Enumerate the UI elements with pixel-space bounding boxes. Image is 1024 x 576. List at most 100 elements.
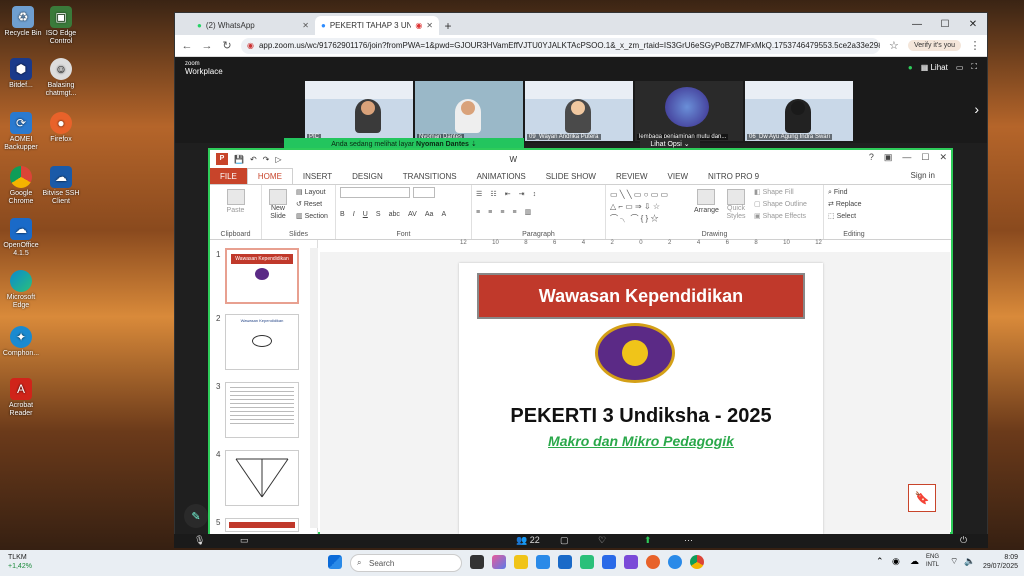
- desktop-icon-aomei[interactable]: ⟳ AOMEI Backupper: [0, 112, 42, 152]
- paste-button[interactable]: Paste: [214, 189, 257, 217]
- tab-slide-show[interactable]: SLIDE SHOW: [536, 168, 606, 184]
- arrange-button[interactable]: Arrange: [694, 187, 719, 217]
- bold-icon[interactable]: B: [340, 211, 345, 218]
- slide-thumbnail[interactable]: Wawasan Kependidikan: [225, 314, 299, 370]
- desktop-icon-acrobat[interactable]: A Acrobat Reader: [0, 378, 42, 418]
- chevron-down-icon[interactable]: ⇣: [471, 141, 477, 148]
- participants-button[interactable]: 👥 22: [516, 535, 540, 546]
- fullscreen-icon[interactable]: ⛶: [971, 62, 977, 72]
- minimize-icon[interactable]: —: [902, 152, 911, 163]
- app-icon[interactable]: [624, 555, 638, 569]
- help-icon[interactable]: ?: [869, 152, 874, 163]
- replace-button[interactable]: ⇄ Replace: [828, 199, 880, 211]
- font-size-input[interactable]: [413, 187, 436, 198]
- reactions-icon[interactable]: ♡: [598, 535, 606, 546]
- shape-fill-button[interactable]: ◧ Shape Fill: [754, 187, 807, 199]
- new-slide-button[interactable]: New Slide: [264, 187, 292, 221]
- justify-icon[interactable]: ≡: [512, 209, 516, 216]
- quick-styles-button[interactable]: Quick Styles: [722, 187, 750, 221]
- italic-icon[interactable]: I: [353, 211, 355, 218]
- site-info-icon[interactable]: ◉: [247, 41, 254, 50]
- undo-icon[interactable]: ↶: [250, 155, 257, 164]
- columns-icon[interactable]: ▥: [525, 208, 532, 216]
- redo-icon[interactable]: ↷: [263, 155, 270, 164]
- video-tile[interactable]: PIC: [305, 81, 413, 141]
- app-icon[interactable]: [602, 555, 616, 569]
- close-icon[interactable]: ✕: [959, 13, 987, 35]
- desktop-icon-firefox[interactable]: ● Firefox: [40, 112, 82, 144]
- close-icon[interactable]: ✕: [939, 152, 947, 163]
- slideshow-icon[interactable]: ▷: [275, 155, 281, 164]
- maximize-icon[interactable]: ☐: [931, 13, 959, 35]
- numbering-icon[interactable]: ☷: [490, 190, 496, 198]
- bookmark-icon[interactable]: 🔖: [908, 484, 936, 512]
- volume-icon[interactable]: 🔈: [964, 556, 975, 567]
- wifi-icon[interactable]: ⌔: [950, 556, 958, 567]
- store-icon[interactable]: [536, 555, 550, 569]
- slide-thumbnail[interactable]: Wawasan Kependidikan: [225, 248, 299, 304]
- desktop-icon-recycle-bin[interactable]: ♻ Recycle Bin: [2, 6, 44, 38]
- current-slide[interactable]: Wawasan Kependidikan PEKERTI 3 Undiksha …: [459, 263, 823, 534]
- verify-button[interactable]: Verify it's you: [907, 40, 961, 51]
- video-tile[interactable]: lembaga penjaminan mutu dan...: [635, 81, 743, 141]
- tab-transitions[interactable]: TRANSITIONS: [393, 168, 467, 184]
- new-tab-button[interactable]: +: [439, 16, 457, 35]
- outdent-icon[interactable]: ⇥: [519, 190, 525, 198]
- tab-file[interactable]: FILE: [210, 168, 247, 184]
- tab-view[interactable]: VIEW: [658, 168, 698, 184]
- bullets-icon[interactable]: ☰: [476, 190, 482, 198]
- start-icon[interactable]: [328, 555, 342, 569]
- select-button[interactable]: ⬚ Select: [828, 211, 880, 223]
- annotate-icon[interactable]: ✎: [184, 504, 208, 528]
- edge-icon[interactable]: [580, 555, 594, 569]
- forward-icon[interactable]: →: [201, 40, 213, 52]
- app-tray-icon[interactable]: ◉: [892, 556, 900, 567]
- align-right-icon[interactable]: ≡: [500, 209, 504, 216]
- maximize-icon[interactable]: ☐: [921, 152, 929, 163]
- leave-icon[interactable]: ⏻: [960, 535, 967, 546]
- clock[interactable]: 8:09 29/07/2025: [983, 553, 1018, 571]
- close-tab-icon[interactable]: ✕: [426, 21, 433, 30]
- shape-effects-button[interactable]: ▣ Shape Effects: [754, 211, 807, 223]
- case-icon[interactable]: Aa: [425, 211, 434, 218]
- mail-icon[interactable]: [558, 555, 572, 569]
- reload-icon[interactable]: ↻: [221, 39, 233, 52]
- back-icon[interactable]: ←: [181, 40, 193, 52]
- font-name-input[interactable]: [340, 187, 410, 198]
- tab-animations[interactable]: ANIMATIONS: [467, 168, 536, 184]
- app-icon[interactable]: [668, 555, 682, 569]
- stock-widget[interactable]: TLKM +1,42%: [8, 553, 32, 571]
- desktop-icon-openoffice[interactable]: ☁ OpenOffice 4.1.5: [0, 218, 42, 258]
- slide-thumbnail[interactable]: [225, 518, 299, 532]
- view-button[interactable]: ▦ Lihat: [921, 63, 948, 72]
- slide-thumbnail[interactable]: [225, 382, 299, 438]
- desktop-icon-chat[interactable]: ☺ Balasing chatmgt...: [40, 58, 82, 98]
- video-tile[interactable]: 06_Dw Ayu Agung Indra Swari: [745, 81, 853, 141]
- underline-icon[interactable]: U: [363, 211, 368, 218]
- desktop-icon-bitdefender[interactable]: ⬢ Bitdef...: [0, 58, 42, 90]
- search-input[interactable]: ⌕ Search: [350, 554, 462, 572]
- tab-zoom[interactable]: ●PEKERTI TAHAP 3 UNDIKSHA◉✕: [315, 16, 439, 35]
- tab-home[interactable]: HOME: [246, 168, 293, 184]
- tab-nitro[interactable]: NITRO PRO 9: [698, 168, 769, 184]
- chevron-up-icon[interactable]: ⌃: [876, 556, 884, 567]
- shadow-icon[interactable]: S: [376, 211, 381, 218]
- close-tab-icon[interactable]: ✕: [302, 21, 309, 30]
- shape-outline-button[interactable]: ▢ Shape Outline: [754, 199, 807, 211]
- align-center-icon[interactable]: ≡: [488, 209, 492, 216]
- next-page-icon[interactable]: ›: [974, 101, 979, 117]
- menu-icon[interactable]: ⋮: [969, 39, 981, 52]
- file-explorer-icon[interactable]: [514, 555, 528, 569]
- reset-button[interactable]: ↺ Reset: [296, 199, 328, 211]
- minimize-icon[interactable]: —: [903, 13, 931, 35]
- indent-icon[interactable]: ⇤: [505, 190, 511, 198]
- thumbnail-scrollbar[interactable]: [310, 248, 318, 528]
- find-button[interactable]: ⌕ Find: [828, 187, 880, 199]
- strikethrough-icon[interactable]: abc: [389, 211, 400, 218]
- section-button[interactable]: ▥ Section: [296, 211, 328, 223]
- more-icon[interactable]: ⋯: [684, 535, 693, 546]
- share-screen-icon[interactable]: ⬆: [644, 535, 652, 546]
- font-color-icon[interactable]: A: [441, 211, 446, 218]
- save-icon[interactable]: 💾: [234, 155, 244, 164]
- star-icon[interactable]: ☆: [888, 39, 900, 52]
